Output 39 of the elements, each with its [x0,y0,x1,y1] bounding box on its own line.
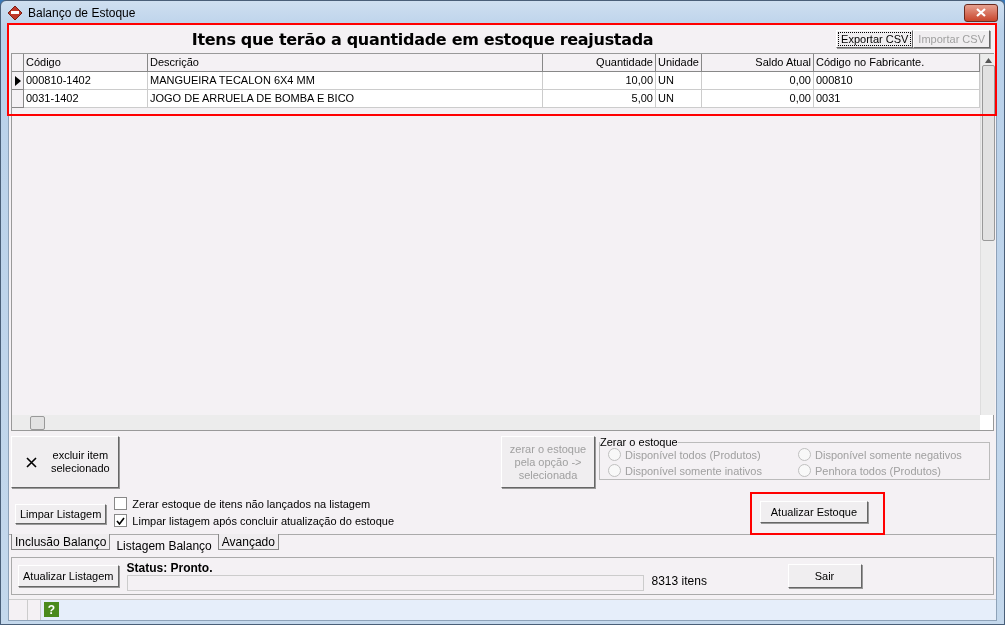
window-title: Balanço de Estoque [28,5,137,20]
export-csv-button[interactable]: Exportar CSV [836,30,914,48]
list-heading: Itens que terão a quantidade em estoque reajustada [190,29,655,49]
column-header[interactable]: Quantidade [543,54,656,72]
status-label: Status: Pronto. [126,561,214,575]
row-pointer-icon [14,75,21,86]
app-logo-icon [7,4,23,21]
vertical-scrollbar[interactable] [980,54,995,415]
column-header[interactable]: Descrição [148,54,543,72]
exit-button[interactable]: Sair [787,564,862,588]
table-cell: 0031-1402 [24,90,148,108]
table-cell: 0031 [814,90,980,108]
column-header[interactable]: Saldo Atual [702,54,814,72]
clear-list-button[interactable]: Limpar Listagem [15,503,107,524]
item-count: 8313 itens [651,574,708,588]
column-header[interactable]: Unidade [656,54,702,72]
tab[interactable]: Inclusão Balanço [11,534,111,550]
corner-header [12,54,24,72]
group-title: Zerar o estoque [600,436,678,448]
checkbox-option[interactable]: Zerar estoque de itens não lançados na listagem [114,497,395,510]
delete-item-button[interactable]: excluir item selecionado [11,436,119,488]
update-stock-button[interactable]: Atualizar Estoque [759,501,868,523]
table-cell: UN [656,90,702,108]
refresh-list-button[interactable]: Atualizar Listagem [18,565,119,587]
close-icon [26,456,37,468]
table-cell: JOGO DE ARRUELA DE BOMBA E BICO [148,90,543,108]
help-icon[interactable]: ? [44,602,59,617]
column-header[interactable]: Código [24,54,148,72]
row-header[interactable] [12,72,24,90]
table-cell: 5,00 [543,90,656,108]
tab[interactable]: Avançado [217,534,279,550]
checkbox-option[interactable]: Limpar listagem após concluir atualização do estoque [114,514,395,527]
table-cell: 0,00 [702,90,814,108]
column-header[interactable]: Código no Fabricante. [814,54,980,72]
close-icon [976,8,986,17]
horizontal-scrollbar[interactable] [12,415,980,430]
scroll-up-icon[interactable] [984,58,992,63]
check-icon [116,516,126,525]
close-button[interactable] [964,3,998,22]
